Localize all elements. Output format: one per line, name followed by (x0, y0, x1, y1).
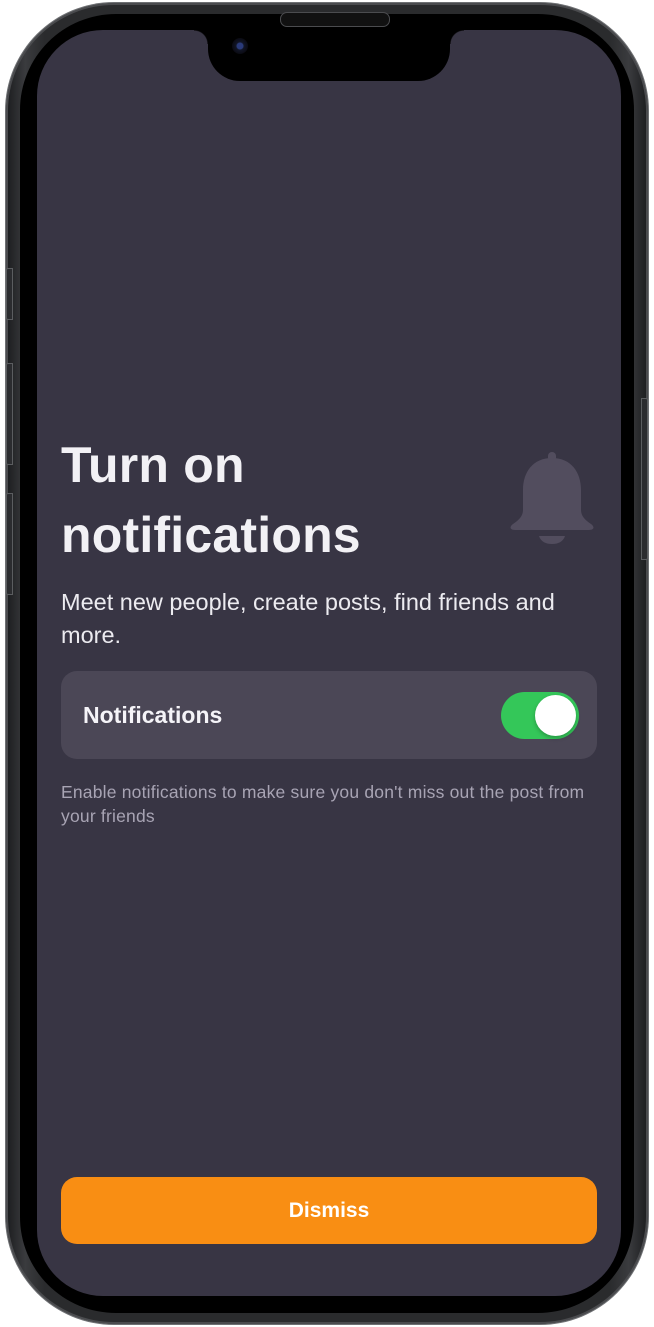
front-camera (232, 38, 248, 54)
page-title: Turn on notifications (61, 437, 361, 563)
silent-switch (6, 268, 13, 320)
earpiece-speaker (280, 12, 390, 27)
helper-text: Enable notifications to make sure you do… (61, 782, 585, 826)
volume-down-button (6, 493, 13, 595)
notifications-toggle[interactable] (501, 692, 579, 739)
toggle-knob (535, 695, 576, 736)
screen: Turn on notifications Meet new people, c… (37, 30, 621, 1296)
bell-icon (510, 452, 594, 544)
dismiss-button[interactable]: Dismiss (61, 1177, 597, 1244)
notch (194, 30, 464, 81)
volume-up-button (6, 363, 13, 465)
notifications-setting-row: Notifications (61, 671, 597, 759)
power-button (641, 398, 648, 560)
notifications-label: Notifications (83, 702, 223, 728)
page-subtitle: Meet new people, create posts, find frie… (61, 589, 555, 648)
